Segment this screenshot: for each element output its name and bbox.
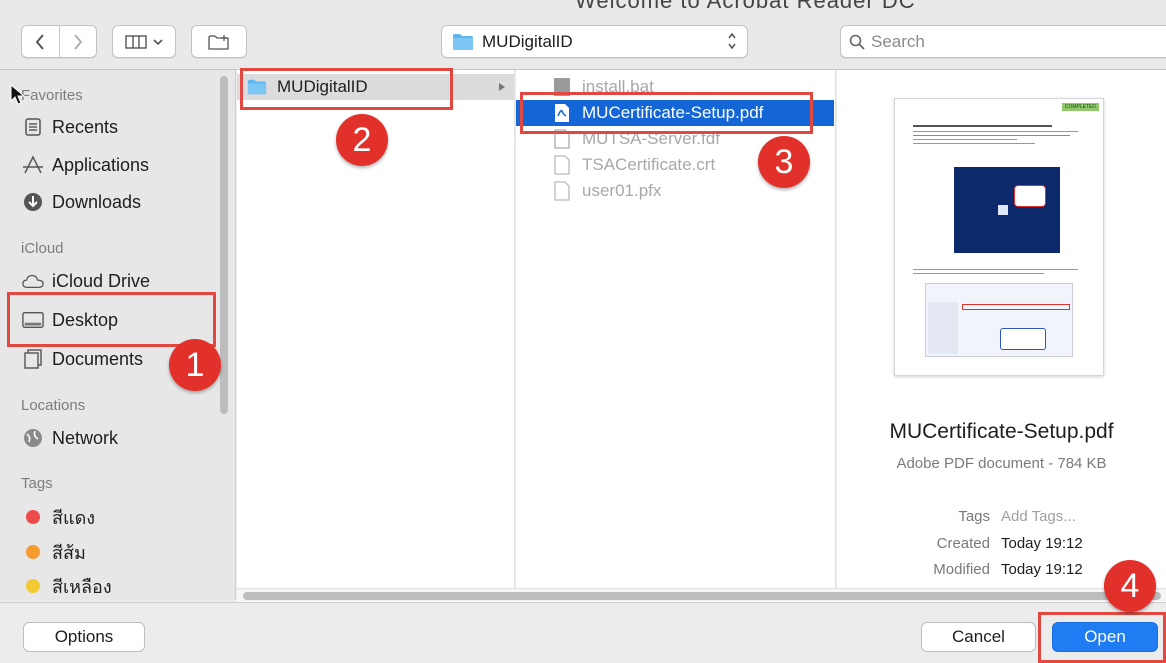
sidebar-item-label: สีเหลือง xyxy=(52,576,112,597)
list-item-label: user01.pfx xyxy=(582,181,662,200)
back-button[interactable] xyxy=(22,26,59,57)
file-icon xyxy=(552,180,572,202)
sidebar-item-downloads[interactable]: Downloads xyxy=(22,187,141,217)
step-badge-2: 2 xyxy=(336,114,388,166)
view-mode-button[interactable] xyxy=(112,25,176,58)
sidebar-heading-locations: Locations xyxy=(21,397,86,414)
documents-icon xyxy=(22,348,44,370)
download-icon xyxy=(22,191,44,213)
toolbar: Welcome to Acrobat Reader DC MUDigitalID… xyxy=(0,0,1166,70)
chevron-right-icon xyxy=(74,33,83,50)
add-tags-field[interactable]: Add Tags... xyxy=(1001,508,1076,525)
meta-tags-row: Tags xyxy=(860,508,990,528)
background-window-title: Welcome to Acrobat Reader DC xyxy=(575,0,916,13)
mouse-pointer-icon xyxy=(10,84,26,105)
preview-file-kind: Adobe PDF document - 784 KB xyxy=(896,455,1107,472)
annotation-box-pdf xyxy=(520,92,813,134)
scrollbar-thumb[interactable] xyxy=(243,592,1161,600)
document-thumbnail: COMPLETED xyxy=(894,98,1104,376)
annotation-box-folder xyxy=(240,68,453,110)
clock-icon xyxy=(22,116,44,138)
nav-buttons xyxy=(21,25,97,58)
horizontal-scrollbar[interactable] xyxy=(237,588,1166,602)
network-icon xyxy=(22,427,44,449)
sidebar-item-tag-orange[interactable]: สีส้ม xyxy=(22,537,86,567)
forward-button[interactable] xyxy=(58,26,96,57)
applications-icon xyxy=(22,154,44,176)
yellow-tag-icon xyxy=(26,579,40,593)
meta-modified-key: Modified xyxy=(933,561,990,578)
new-folder-icon xyxy=(208,34,229,50)
thumbnail-screenshot-1 xyxy=(954,167,1060,253)
updown-chevron-icon xyxy=(728,32,736,50)
options-button[interactable]: Options xyxy=(23,622,145,652)
sidebar-item-tag-red[interactable]: สีแดง xyxy=(22,502,95,532)
columns-view-icon xyxy=(125,34,147,49)
cancel-button[interactable]: Cancel xyxy=(921,622,1036,652)
red-tag-icon xyxy=(26,510,40,524)
search-placeholder: Search xyxy=(871,31,925,51)
meta-modified-row: Modified xyxy=(860,561,990,581)
thumbnail-text-lines xyxy=(913,125,1087,144)
meta-created-key: Created xyxy=(936,535,990,552)
sidebar-item-tag-yellow[interactable]: สีเหลือง xyxy=(22,571,112,600)
chevron-down-icon xyxy=(153,38,163,45)
sidebar-item-documents[interactable]: Documents xyxy=(22,344,143,374)
sidebar-item-recents[interactable]: Recents xyxy=(22,112,118,142)
sidebar-item-network[interactable]: Network xyxy=(22,423,118,453)
search-icon xyxy=(849,34,865,50)
chevron-left-icon xyxy=(36,33,45,50)
sidebar-heading-favorites: Favorites xyxy=(21,87,83,104)
sidebar-item-label: สีแดง xyxy=(52,507,96,528)
annotation-box-open xyxy=(1038,612,1166,663)
new-folder-button[interactable] xyxy=(191,25,247,58)
sidebar-item-label: Recents xyxy=(52,116,119,137)
completed-badge: COMPLETED xyxy=(1061,103,1099,111)
meta-created-value: Today 19:12 xyxy=(1001,535,1083,552)
sidebar-item-label: Applications xyxy=(52,154,150,175)
search-input[interactable]: Search xyxy=(840,25,1166,58)
step-badge-3: 3 xyxy=(758,136,810,188)
step-badge-1: 1 xyxy=(169,339,221,391)
sidebar-item-label: Downloads xyxy=(52,191,142,212)
bottom-bar: Options Cancel Open xyxy=(0,602,1166,663)
thumbnail-screenshot-2 xyxy=(925,283,1073,357)
sidebar-item-applications[interactable]: Applications xyxy=(22,150,149,180)
meta-tags-key: Tags xyxy=(958,508,990,525)
sidebar-scrollbar[interactable] xyxy=(220,76,228,414)
list-item-label: TSACertificate.crt xyxy=(582,155,716,174)
disclosure-arrow-icon xyxy=(499,83,505,91)
annotation-box-desktop xyxy=(7,292,216,347)
file-icon xyxy=(552,154,572,176)
location-label: MUDigitalID xyxy=(482,31,573,51)
orange-tag-icon xyxy=(26,545,40,559)
sidebar-heading-tags: Tags xyxy=(21,475,53,492)
sidebar-item-label: Network xyxy=(52,427,119,448)
location-selector[interactable]: MUDigitalID xyxy=(441,25,748,58)
sidebar-item-label: Documents xyxy=(52,348,144,369)
folder-icon xyxy=(453,33,473,50)
meta-created-row: Created xyxy=(860,535,990,555)
step-badge-4: 4 xyxy=(1104,560,1156,612)
preview-file-name: MUCertificate-Setup.pdf xyxy=(889,420,1114,443)
sidebar-item-label: สีส้ม xyxy=(52,542,86,563)
meta-modified-value: Today 19:12 xyxy=(1001,561,1083,578)
cloud-icon xyxy=(22,270,44,292)
sidebar-item-label: iCloud Drive xyxy=(52,270,151,291)
sidebar-heading-icloud: iCloud xyxy=(21,240,64,257)
thumbnail-text-lines-2 xyxy=(913,269,1087,274)
